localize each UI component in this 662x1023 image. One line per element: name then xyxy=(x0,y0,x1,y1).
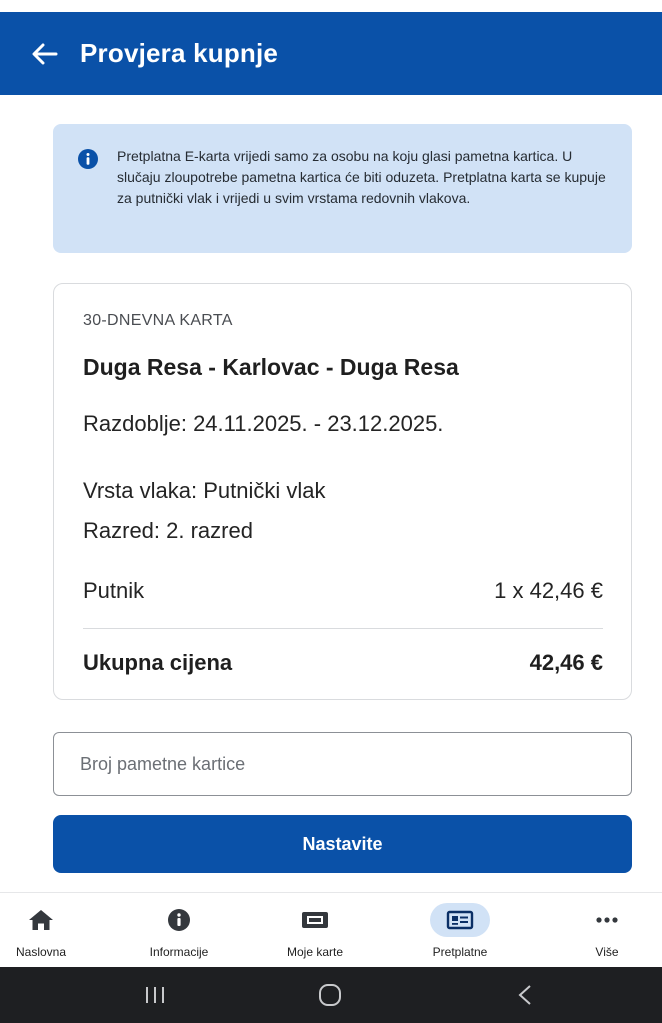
arrow-left-icon xyxy=(32,43,58,64)
passenger-label: Putnik xyxy=(83,578,145,603)
nav-item-information[interactable]: Informacije xyxy=(124,893,234,968)
app-bar: Provjera kupnje xyxy=(0,12,662,95)
recent-apps-icon xyxy=(146,987,164,1003)
nav-item-my-tickets[interactable]: Moje karte xyxy=(260,893,370,968)
continue-button[interactable]: Nastavite xyxy=(53,815,632,873)
page-title: Provjera kupnje xyxy=(80,38,279,68)
passenger-row: Putnik 1 x 42,46 € xyxy=(83,578,603,604)
ticket-route: Duga Resa - Karlovac - Duga Resa xyxy=(83,354,459,380)
home-circle-icon xyxy=(319,984,341,1006)
passenger-price: 1 x 42,46 € xyxy=(494,578,603,603)
back-button[interactable] xyxy=(18,24,72,84)
home-icon xyxy=(29,910,53,930)
info-icon xyxy=(78,149,98,169)
total-label: Ukupna cijena xyxy=(83,650,233,675)
id-card-icon xyxy=(446,910,474,930)
ticket-period: Razdoblje: 24.11.2025. - 23.12.2025. xyxy=(83,411,444,436)
back-system-button[interactable] xyxy=(480,975,570,1015)
total-row: Ukupna cijena 42,46 € xyxy=(83,650,603,676)
info-notice: Pretplatna E-karta vrijedi samo za osobu… xyxy=(53,124,632,253)
nav-label: Pretplatne xyxy=(432,945,488,959)
smart-card-number-input[interactable] xyxy=(53,732,632,796)
status-bar xyxy=(0,0,662,12)
chevron-left-icon xyxy=(518,985,531,1005)
info-text: Pretplatna E-karta vrijedi samo za osobu… xyxy=(117,148,606,206)
nav-label: Informacije xyxy=(149,945,209,959)
ticket-train-type: Vrsta vlaka: Putnički vlak xyxy=(83,478,326,503)
ticket-class: Razred: 2. razred xyxy=(83,518,253,543)
nav-label: Moje karte xyxy=(286,945,344,959)
system-navigation-bar xyxy=(0,967,662,1023)
home-system-button[interactable] xyxy=(285,975,375,1015)
info-icon xyxy=(168,909,190,931)
ticket-type: 30-DNEVNA KARTA xyxy=(83,312,233,329)
divider xyxy=(83,628,603,629)
nav-label: Naslovna xyxy=(15,945,67,959)
nav-item-subscriptions[interactable]: Pretplatne xyxy=(405,893,515,968)
nav-label: Više xyxy=(595,945,619,959)
bottom-nav: Naslovna Informacije Moje karte Pretplat… xyxy=(0,892,662,967)
nav-item-home[interactable]: Naslovna xyxy=(0,893,96,968)
ticket-summary-card: 30-DNEVNA KARTA Duga Resa - Karlovac - D… xyxy=(53,283,632,700)
recent-apps-button[interactable] xyxy=(110,975,200,1015)
ticket-icon xyxy=(302,912,328,928)
total-price: 42,46 € xyxy=(529,650,603,675)
more-icon xyxy=(596,917,618,923)
nav-item-more[interactable]: Više xyxy=(552,893,662,968)
